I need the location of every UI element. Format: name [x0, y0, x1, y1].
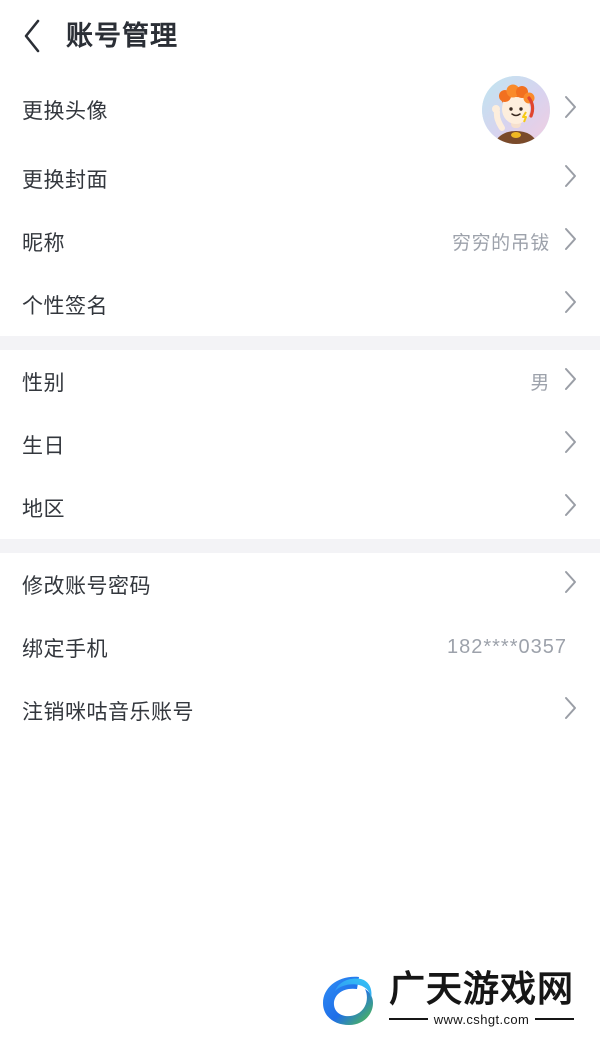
- chevron-right-icon: [564, 367, 578, 396]
- chevron-right-icon: [564, 227, 578, 256]
- row-accessory: [564, 290, 578, 319]
- group-separator: [0, 336, 600, 350]
- row-accessory: 男: [530, 367, 578, 396]
- row-gender[interactable]: 性别 男: [0, 350, 600, 413]
- row-delete-account[interactable]: 注销咪咕音乐账号: [0, 679, 600, 742]
- chevron-right-icon: [564, 95, 578, 124]
- row-bound-phone[interactable]: 绑定手机 182****0357: [0, 616, 600, 679]
- account-security-group: 修改账号密码 绑定手机 182****0357 注销咪咕音乐账号: [0, 553, 600, 742]
- personal-info-group: 性别 男 生日 地区: [0, 350, 600, 539]
- chevron-left-icon: [22, 19, 42, 53]
- row-label: 生日: [22, 434, 65, 458]
- g-logo-icon: [315, 967, 379, 1031]
- rule-left: [388, 1018, 428, 1021]
- row-change-cover[interactable]: 更换封面: [0, 147, 600, 210]
- rule-right: [535, 1018, 574, 1021]
- chevron-right-icon: [564, 493, 578, 522]
- group-separator: [0, 539, 600, 553]
- site-watermark: 广天游戏网 www.cshgt.com: [315, 967, 574, 1031]
- watermark-url-line: www.cshgt.com: [388, 1011, 574, 1027]
- row-signature[interactable]: 个性签名: [0, 273, 600, 336]
- row-label: 个性签名: [22, 294, 108, 318]
- row-value: 男: [530, 373, 550, 394]
- chevron-right-icon: [564, 164, 578, 193]
- row-label: 昵称: [22, 231, 65, 255]
- row-accessory: 穷穷的吊钹: [452, 227, 578, 256]
- row-label: 更换封面: [22, 168, 108, 192]
- profile-group: 更换头像 更换封面 昵称 穷穷的吊钹 个性签名: [0, 72, 600, 336]
- row-region[interactable]: 地区: [0, 476, 600, 539]
- watermark-url: www.cshgt.com: [433, 1011, 530, 1027]
- watermark-site-name: 广天游戏网: [388, 969, 574, 1011]
- row-label: 性别: [22, 371, 65, 395]
- row-accessory: [564, 696, 578, 725]
- watermark-text: 广天游戏网 www.cshgt.com: [388, 969, 574, 1027]
- row-accessory: 182****0357: [447, 636, 567, 659]
- row-accessory: [564, 570, 578, 599]
- row-label: 绑定手机: [22, 637, 108, 661]
- row-label: 修改账号密码: [22, 574, 151, 598]
- chevron-right-icon: [564, 570, 578, 599]
- row-change-avatar[interactable]: 更换头像: [0, 72, 600, 147]
- row-nickname[interactable]: 昵称 穷穷的吊钹: [0, 210, 600, 273]
- row-value: 182****0357: [447, 636, 567, 658]
- page-title: 账号管理: [66, 20, 178, 51]
- page-header: 账号管理: [0, 0, 600, 72]
- row-label: 地区: [22, 497, 65, 521]
- avatar[interactable]: [482, 75, 550, 144]
- chevron-right-icon: [564, 430, 578, 459]
- account-management-screen: 账号管理 更换头像 更换封面 昵称 穷穷的吊钹 个性签名 性别 男 生日 地区 …: [0, 0, 600, 1039]
- row-change-password[interactable]: 修改账号密码: [0, 553, 600, 616]
- chevron-right-icon: [564, 290, 578, 319]
- row-accessory: [482, 75, 578, 144]
- row-accessory: [564, 164, 578, 193]
- row-label: 更换头像: [22, 99, 108, 123]
- row-accessory: [564, 430, 578, 459]
- chevron-right-icon: [564, 696, 578, 725]
- row-label: 注销咪咕音乐账号: [22, 700, 194, 724]
- row-accessory: [564, 493, 578, 522]
- row-birthday[interactable]: 生日: [0, 413, 600, 476]
- row-value: 穷穷的吊钹: [451, 233, 550, 254]
- back-button[interactable]: [22, 16, 56, 56]
